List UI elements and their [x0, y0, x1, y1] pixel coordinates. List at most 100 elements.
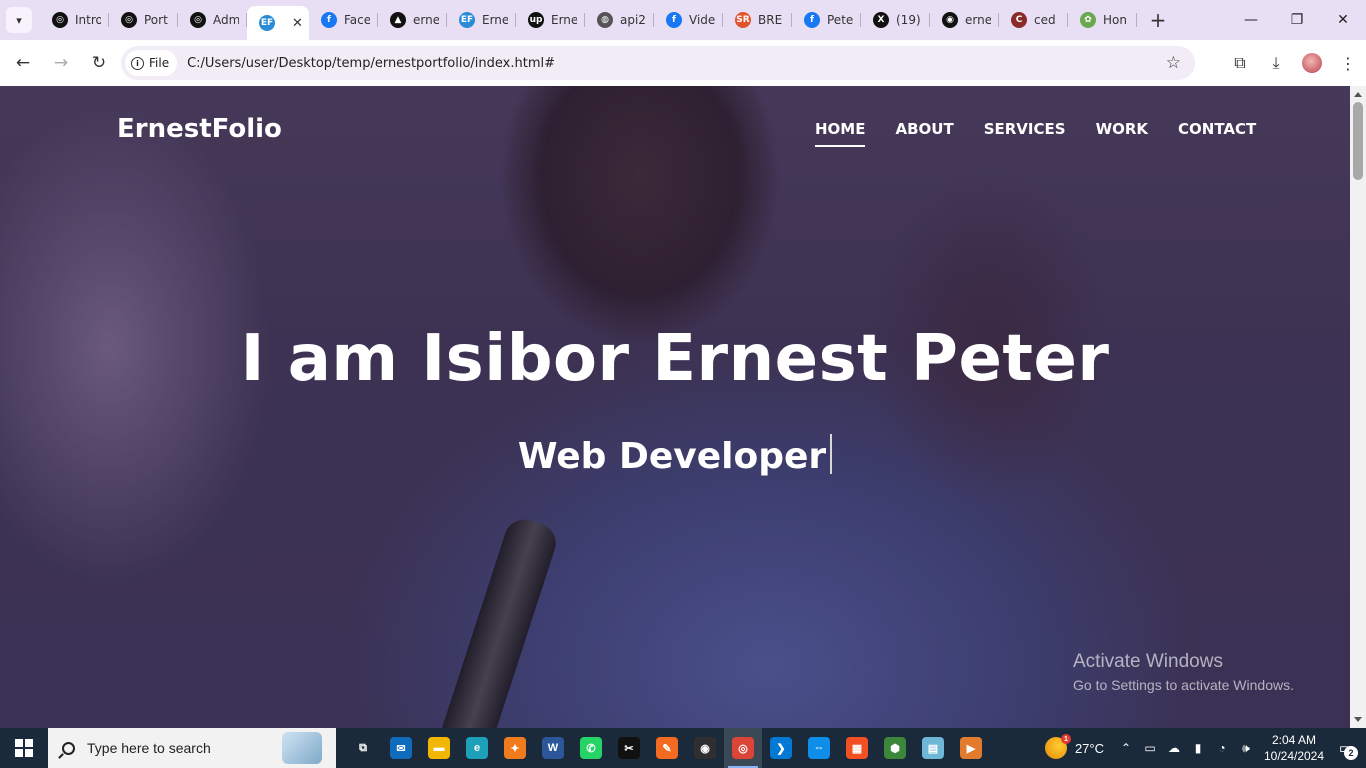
tab-list: ◎ Intro ◎ Port ◎ Adm EF ✕ f Face ▲ erne EF Erne up Erne…	[40, 0, 1137, 40]
nav-link-contact[interactable]: CONTACT	[1178, 120, 1256, 144]
taskbar-app-media-player[interactable]: ▶	[952, 728, 990, 768]
browser-tab[interactable]: ✿ Hon	[1068, 4, 1137, 36]
taskbar-app-vscode[interactable]: ❯	[762, 728, 800, 768]
new-tab-button[interactable]: +	[1145, 7, 1171, 33]
browser-tab[interactable]: ◎ Port	[109, 4, 178, 36]
browser-tab[interactable]: X (19)	[861, 4, 930, 36]
nav-link-home[interactable]: HOME	[815, 120, 866, 147]
browser-tab[interactable]: EF ✕	[247, 6, 309, 40]
url-text[interactable]: C:/Users/user/Desktop/temp/ernestportfol…	[187, 56, 555, 71]
notification-count: 2	[1344, 746, 1358, 760]
taskbar-app-teamviewer[interactable]: ⇔	[800, 728, 838, 768]
globe-icon: ◍	[597, 12, 613, 28]
scroll-thumb[interactable]	[1353, 102, 1363, 180]
nav-link-about[interactable]: ABOUT	[895, 120, 953, 144]
browser-tab[interactable]: f Pete	[792, 4, 861, 36]
tray-icons: ⌃ ▭ ☁ ▮ ◔ 🕪	[1114, 741, 1258, 756]
task-view-icon: ⧉	[352, 737, 374, 759]
taskbar-app-mail[interactable]: ✉	[382, 728, 420, 768]
show-hidden-icons[interactable]: ⌃	[1114, 741, 1138, 755]
browser-tab[interactable]: ◍ api2	[585, 4, 654, 36]
page-scrollbar[interactable]	[1350, 86, 1366, 728]
taskbar-search-box[interactable]: Type here to search	[48, 728, 336, 768]
scroll-up-arrow[interactable]	[1354, 92, 1362, 97]
taskbar-app-task-view[interactable]: ⧉	[344, 728, 382, 768]
forward-button[interactable]: →	[44, 46, 78, 80]
media-player-icon: ▶	[960, 737, 982, 759]
meet-icon[interactable]: ▭	[1138, 741, 1162, 755]
tab-title: Hon	[1103, 13, 1127, 27]
site-nav: HOME ABOUT SERVICES WORK CONTACT	[815, 120, 1286, 147]
tab-title: erne	[413, 13, 439, 27]
weather-temp: 27°C	[1074, 740, 1104, 756]
taskbar-app-obs[interactable]: ◉	[686, 728, 724, 768]
browser-toolbar: ← → ↻ i File C:/Users/user/Desktop/temp/…	[0, 40, 1366, 86]
site-brand-logo[interactable]: ErnestFolio	[117, 114, 282, 144]
browser-tab[interactable]: f Face	[309, 4, 378, 36]
tab-title: Adm	[213, 13, 239, 27]
taskbar-app-app-pen[interactable]: ✎	[648, 728, 686, 768]
scroll-down-arrow[interactable]	[1354, 717, 1362, 722]
browser-tab[interactable]: up Erne	[516, 4, 585, 36]
address-bar[interactable]: i File C:/Users/user/Desktop/temp/ernest…	[121, 46, 1195, 80]
taskbar-app-capcut[interactable]: ✂	[610, 728, 648, 768]
restore-button[interactable]: ❐	[1274, 0, 1320, 40]
taskbar-app-notes[interactable]: ▤	[914, 728, 952, 768]
taskbar-app-app-orange[interactable]: ✦	[496, 728, 534, 768]
network-icon[interactable]: ◔	[1210, 741, 1234, 755]
taskbar-app-whatsapp[interactable]: ✆	[572, 728, 610, 768]
taskbar-app-chrome[interactable]: ◎	[724, 728, 762, 768]
tab-title: erne	[965, 13, 991, 27]
close-window-button[interactable]: ✕	[1320, 0, 1366, 40]
taskbar-clock[interactable]: 2:04 AM 10/24/2024	[1262, 732, 1326, 764]
back-button[interactable]: ←	[6, 46, 40, 80]
minimize-button[interactable]: —	[1228, 0, 1274, 40]
ernestfolio-icon: EF	[259, 15, 275, 31]
facebook-icon: f	[804, 12, 820, 28]
bookmark-star-icon[interactable]: ☆	[1166, 53, 1181, 73]
taskbar-app-file-explorer[interactable]: ▬	[420, 728, 458, 768]
notification-center-button[interactable]: ▭ 2	[1326, 728, 1366, 768]
node-icon: ⬢	[884, 737, 906, 759]
browser-tab[interactable]: SR BRE	[723, 4, 792, 36]
hero-overlay	[0, 86, 1350, 728]
nav-link-services[interactable]: SERVICES	[984, 120, 1066, 144]
facebook-icon: f	[666, 12, 682, 28]
browser-tab[interactable]: f Vide	[654, 4, 723, 36]
start-button[interactable]	[0, 728, 48, 768]
clock-time: 2:04 AM	[1271, 733, 1317, 747]
watermark-line-1: Activate Windows	[1073, 651, 1223, 672]
onedrive-icon[interactable]: ☁	[1162, 741, 1186, 755]
browser-tab[interactable]: ◉ erne	[930, 4, 999, 36]
search-icon	[62, 741, 75, 755]
nav-link-work[interactable]: WORK	[1096, 120, 1148, 144]
battery-icon[interactable]: ▮	[1186, 741, 1210, 755]
browser-tab[interactable]: ◎ Adm	[178, 4, 247, 36]
browser-tab[interactable]: EF Erne	[447, 4, 516, 36]
file-chip-label: File	[149, 56, 170, 70]
browser-tab[interactable]: ▲ erne	[378, 4, 447, 36]
extensions-icon[interactable]: ⧉	[1222, 53, 1258, 73]
file-explorer-icon: ▬	[428, 737, 450, 759]
site-info-chip[interactable]: i File	[125, 50, 178, 76]
mail-icon: ✉	[390, 737, 412, 759]
weather-widget[interactable]: 1 27°C	[1044, 734, 1104, 759]
tab-title: Port	[144, 13, 168, 27]
close-tab-icon[interactable]: ✕	[292, 16, 303, 31]
reload-button[interactable]: ↻	[82, 46, 116, 80]
menu-icon[interactable]: ⋮	[1330, 54, 1366, 73]
taskbar-app-word[interactable]: W	[534, 728, 572, 768]
volume-icon[interactable]: 🕪	[1234, 741, 1258, 756]
taskbar-app-edge[interactable]: e	[458, 728, 496, 768]
tab-search-button[interactable]: ▾	[6, 7, 32, 33]
taskbar-app-store[interactable]: ▦	[838, 728, 876, 768]
tab-title: (19)	[896, 13, 921, 27]
browser-tab[interactable]: ◎ Intro	[40, 4, 109, 36]
downloads-icon[interactable]: ⤓	[1258, 53, 1294, 73]
taskbar-app-node[interactable]: ⬢	[876, 728, 914, 768]
browser-tab[interactable]: Cced	[999, 4, 1068, 36]
chrome-icon: ◎	[732, 737, 754, 759]
tab-title: Face	[344, 13, 370, 27]
upwork-icon: up	[528, 12, 544, 28]
profile-avatar[interactable]	[1302, 53, 1322, 73]
